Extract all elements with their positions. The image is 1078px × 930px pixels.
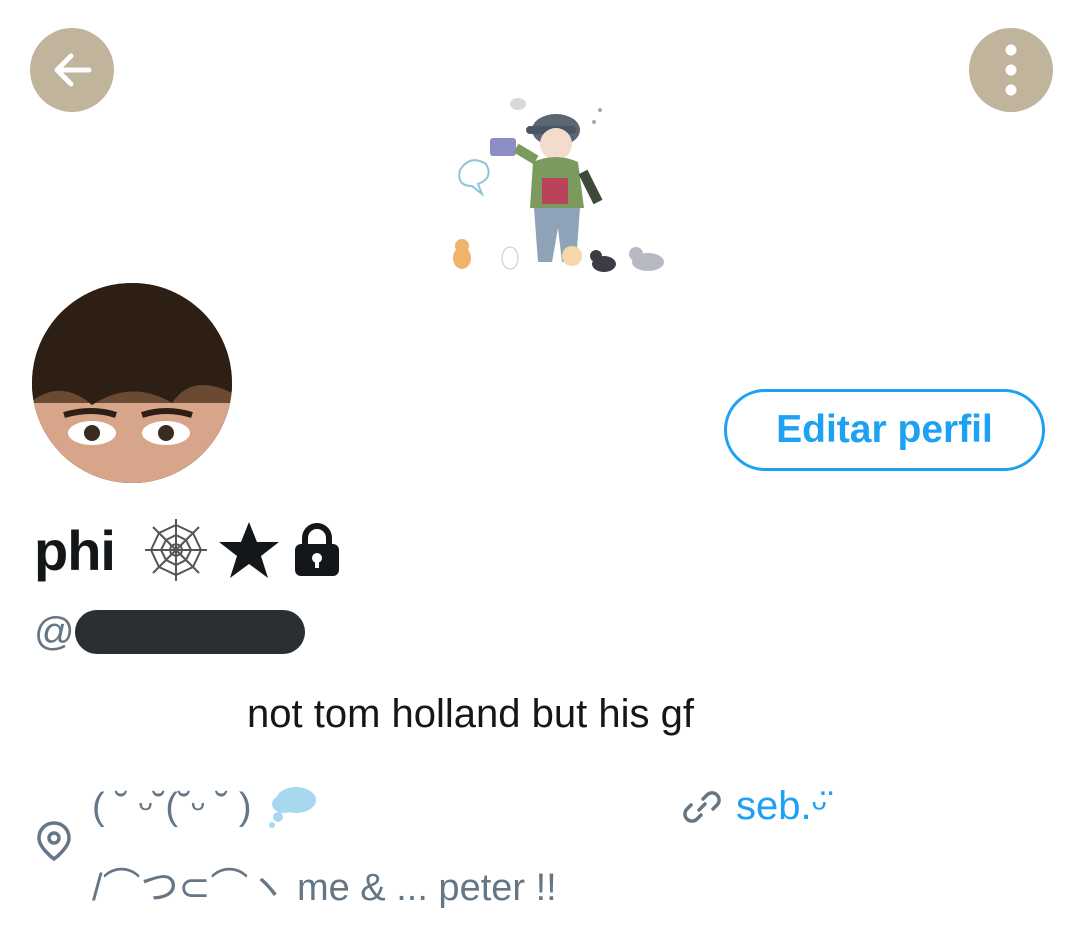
avatar[interactable] (32, 283, 232, 483)
location-text-line1: ( ˘ ᵕ˘(˘ᵕ ˘ ) (92, 784, 320, 830)
location-kaomoji: ( ˘ ᵕ˘(˘ᵕ ˘ ) (92, 785, 252, 828)
header-illustration (453, 98, 664, 272)
handle-prefix: @ (34, 609, 75, 654)
arrow-left-icon (54, 53, 92, 87)
lock-icon (294, 523, 339, 576)
location-text-line2: /⌒つ⊂⌒ヽ me & ... peter !! (92, 867, 557, 909)
spider-web-icon (144, 519, 207, 581)
back-button[interactable] (30, 28, 114, 112)
star-icon (218, 522, 279, 578)
website-link-text[interactable]: seb.ᵕ̈ (736, 784, 827, 829)
display-name: phi (34, 518, 116, 582)
redacted-handle (74, 610, 305, 654)
handle-row: @ (34, 605, 305, 659)
website-link[interactable]: seb.ᵕ̈ (682, 784, 827, 829)
header-image[interactable] (438, 82, 678, 282)
thought-bubble-icon (268, 787, 316, 828)
more-vertical-icon (1005, 44, 1017, 96)
edit-profile-button[interactable]: Editar perfil (724, 389, 1045, 471)
bio-text: not tom holland but his gf (247, 692, 694, 736)
display-name-row: phi (34, 515, 343, 585)
edit-profile-label: Editar perfil (776, 408, 993, 451)
more-options-button[interactable] (969, 28, 1053, 112)
link-icon (683, 790, 721, 823)
avatar-photo (32, 283, 232, 483)
location-pin-icon (37, 821, 71, 862)
